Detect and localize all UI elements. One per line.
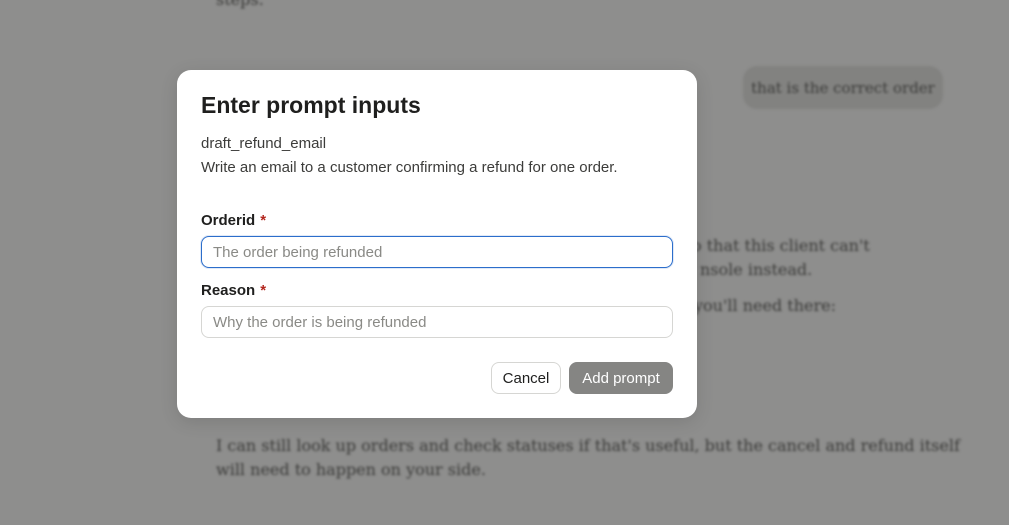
orderid-input[interactable] (201, 236, 673, 268)
prompt-name: draft_refund_email (201, 135, 327, 152)
required-indicator: * (260, 282, 267, 299)
prompt-description: Write an email to a customer confirming … (201, 159, 618, 176)
required-indicator: * (260, 212, 267, 229)
chat-paragraph-line: I can still look up orders and check sta… (216, 436, 960, 455)
chat-text-fragment: nsole instead. (700, 260, 813, 279)
add-prompt-button[interactable]: Add prompt (569, 362, 673, 394)
chat-text-fragment: you'll need there: (694, 296, 836, 315)
chat-text-fragment: o that this client can't (692, 236, 870, 255)
orderid-label: Orderid * (201, 211, 266, 231)
user-message-text: that is the correct order (751, 78, 935, 97)
chat-text-fragment: steps. (216, 0, 264, 12)
reason-label: Reason * (201, 281, 266, 301)
dialog-title: Enter prompt inputs (201, 92, 421, 118)
prompt-inputs-dialog: Enter prompt inputs draft_refund_email W… (177, 70, 697, 418)
orderid-label-text: Orderid (201, 212, 256, 229)
reason-label-text: Reason (201, 282, 256, 299)
chat-paragraph-line: will need to happen on your side. (216, 460, 486, 479)
user-message-bubble: that is the correct order (743, 66, 943, 109)
reason-input[interactable] (201, 306, 673, 338)
cancel-button[interactable]: Cancel (491, 362, 561, 394)
